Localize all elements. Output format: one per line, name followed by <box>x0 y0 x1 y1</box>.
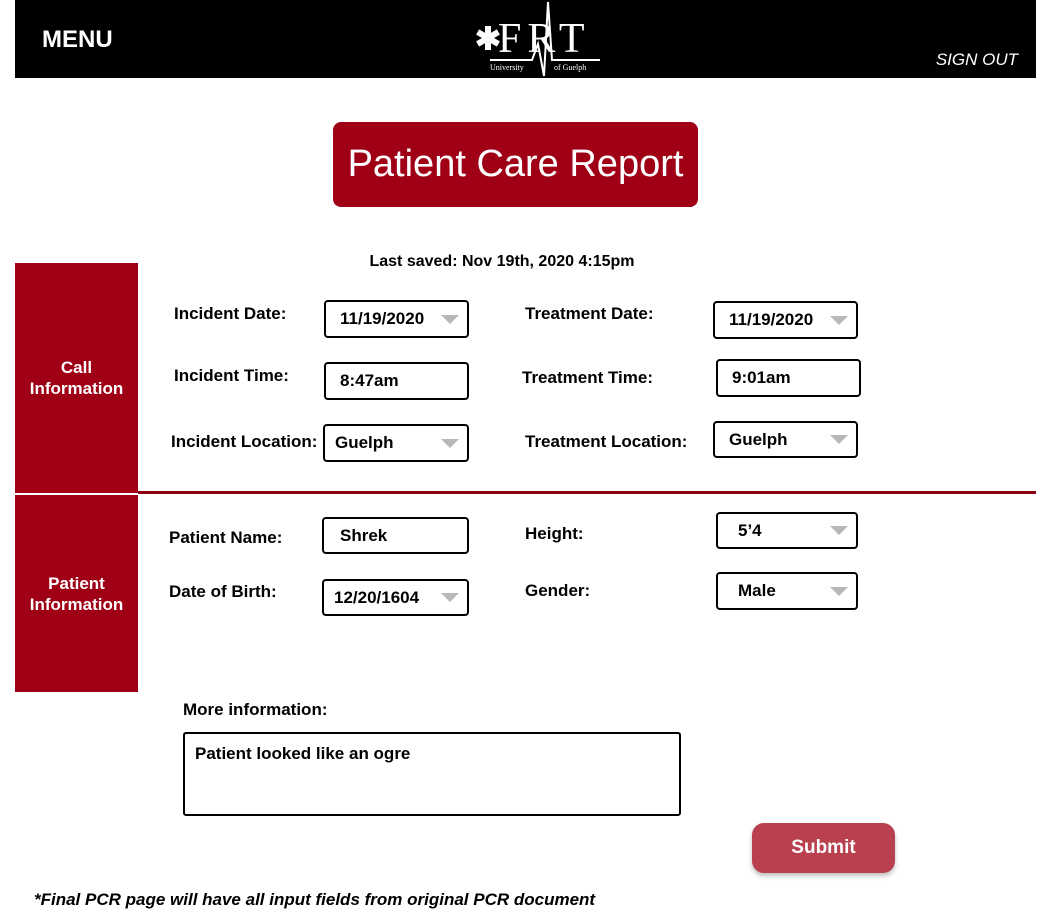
page-title: Patient Care Report <box>333 122 698 207</box>
gender-value: Male <box>738 581 776 600</box>
last-saved-status: Last saved: Nov 19th, 2020 4:15pm <box>369 253 635 270</box>
gender-select[interactable]: Male <box>716 572 858 610</box>
treatment-time-value: 9:01am <box>732 368 791 387</box>
dob-value: 12/20/1604 <box>334 587 420 607</box>
incident-time-label: Incident Time: <box>174 366 289 385</box>
dob-select[interactable]: 12/20/1604 <box>322 579 469 616</box>
chevron-down-icon <box>441 314 459 324</box>
treatment-location-label: Treatment Location: <box>525 432 688 451</box>
patient-name-value: Shrek <box>340 525 388 545</box>
patient-information-label: Patient Information <box>29 573 124 614</box>
more-information-textarea[interactable]: Patient looked like an ogre <box>183 732 681 816</box>
logo-letters: FRT <box>498 16 591 62</box>
frt-logo: FRT University of Guelph <box>476 1 600 77</box>
patient-information-section: Patient Information <box>15 495 138 692</box>
dob-label: Date of Birth: <box>169 582 277 601</box>
treatment-date-label: Treatment Date: <box>525 304 654 323</box>
treatment-time-field[interactable]: 9:01am <box>716 359 861 397</box>
treatment-time-label: Treatment Time: <box>522 368 654 387</box>
treatment-location-value: Guelph <box>729 429 788 449</box>
section-divider <box>138 491 1036 494</box>
submit-button[interactable]: Submit <box>752 823 895 873</box>
treatment-location-select[interactable]: Guelph <box>713 421 858 458</box>
chevron-down-icon <box>830 435 848 444</box>
incident-location-label: Incident Location: <box>171 432 318 451</box>
top-bar: MENU FRT University of Guelph SIGN OUT <box>15 0 1036 78</box>
incident-location-select[interactable]: Guelph <box>323 424 469 462</box>
height-value: 5’4 <box>738 520 762 540</box>
incident-time-value: 8:47am <box>340 371 399 390</box>
call-information-section: Call Information <box>15 263 138 493</box>
chevron-down-icon <box>830 586 848 596</box>
sign-out-link[interactable]: SIGN OUT <box>936 50 1018 70</box>
menu-button[interactable]: MENU <box>42 26 113 54</box>
chevron-down-icon <box>830 315 848 325</box>
patient-name-field[interactable]: Shrek <box>322 517 469 554</box>
incident-date-value: 11/19/2020 <box>340 309 425 328</box>
logo-caption-left: University <box>490 63 524 72</box>
patient-name-label: Patient Name: <box>169 528 283 547</box>
logo-caption-right: of Guelph <box>554 63 586 72</box>
call-information-label: Call Information <box>29 358 124 398</box>
incident-location-value: Guelph <box>335 433 394 452</box>
height-select[interactable]: 5’4 <box>716 512 858 549</box>
treatment-date-value: 11/19/2020 <box>729 310 814 329</box>
incident-date-label: Incident Date: <box>174 304 287 323</box>
gender-label: Gender: <box>525 581 591 600</box>
treatment-date-select[interactable]: 11/19/2020 <box>713 301 858 339</box>
height-label: Height: <box>525 524 584 543</box>
chevron-down-icon <box>441 438 459 448</box>
star-of-life-icon <box>476 26 500 50</box>
chevron-down-icon <box>830 526 848 535</box>
more-information-label: More information: <box>183 700 328 719</box>
chevron-down-icon <box>441 593 459 602</box>
incident-date-select[interactable]: 11/19/2020 <box>324 300 469 338</box>
footnote: *Final PCR page will have all input fiel… <box>34 890 596 909</box>
incident-time-field[interactable]: 8:47am <box>324 362 469 400</box>
